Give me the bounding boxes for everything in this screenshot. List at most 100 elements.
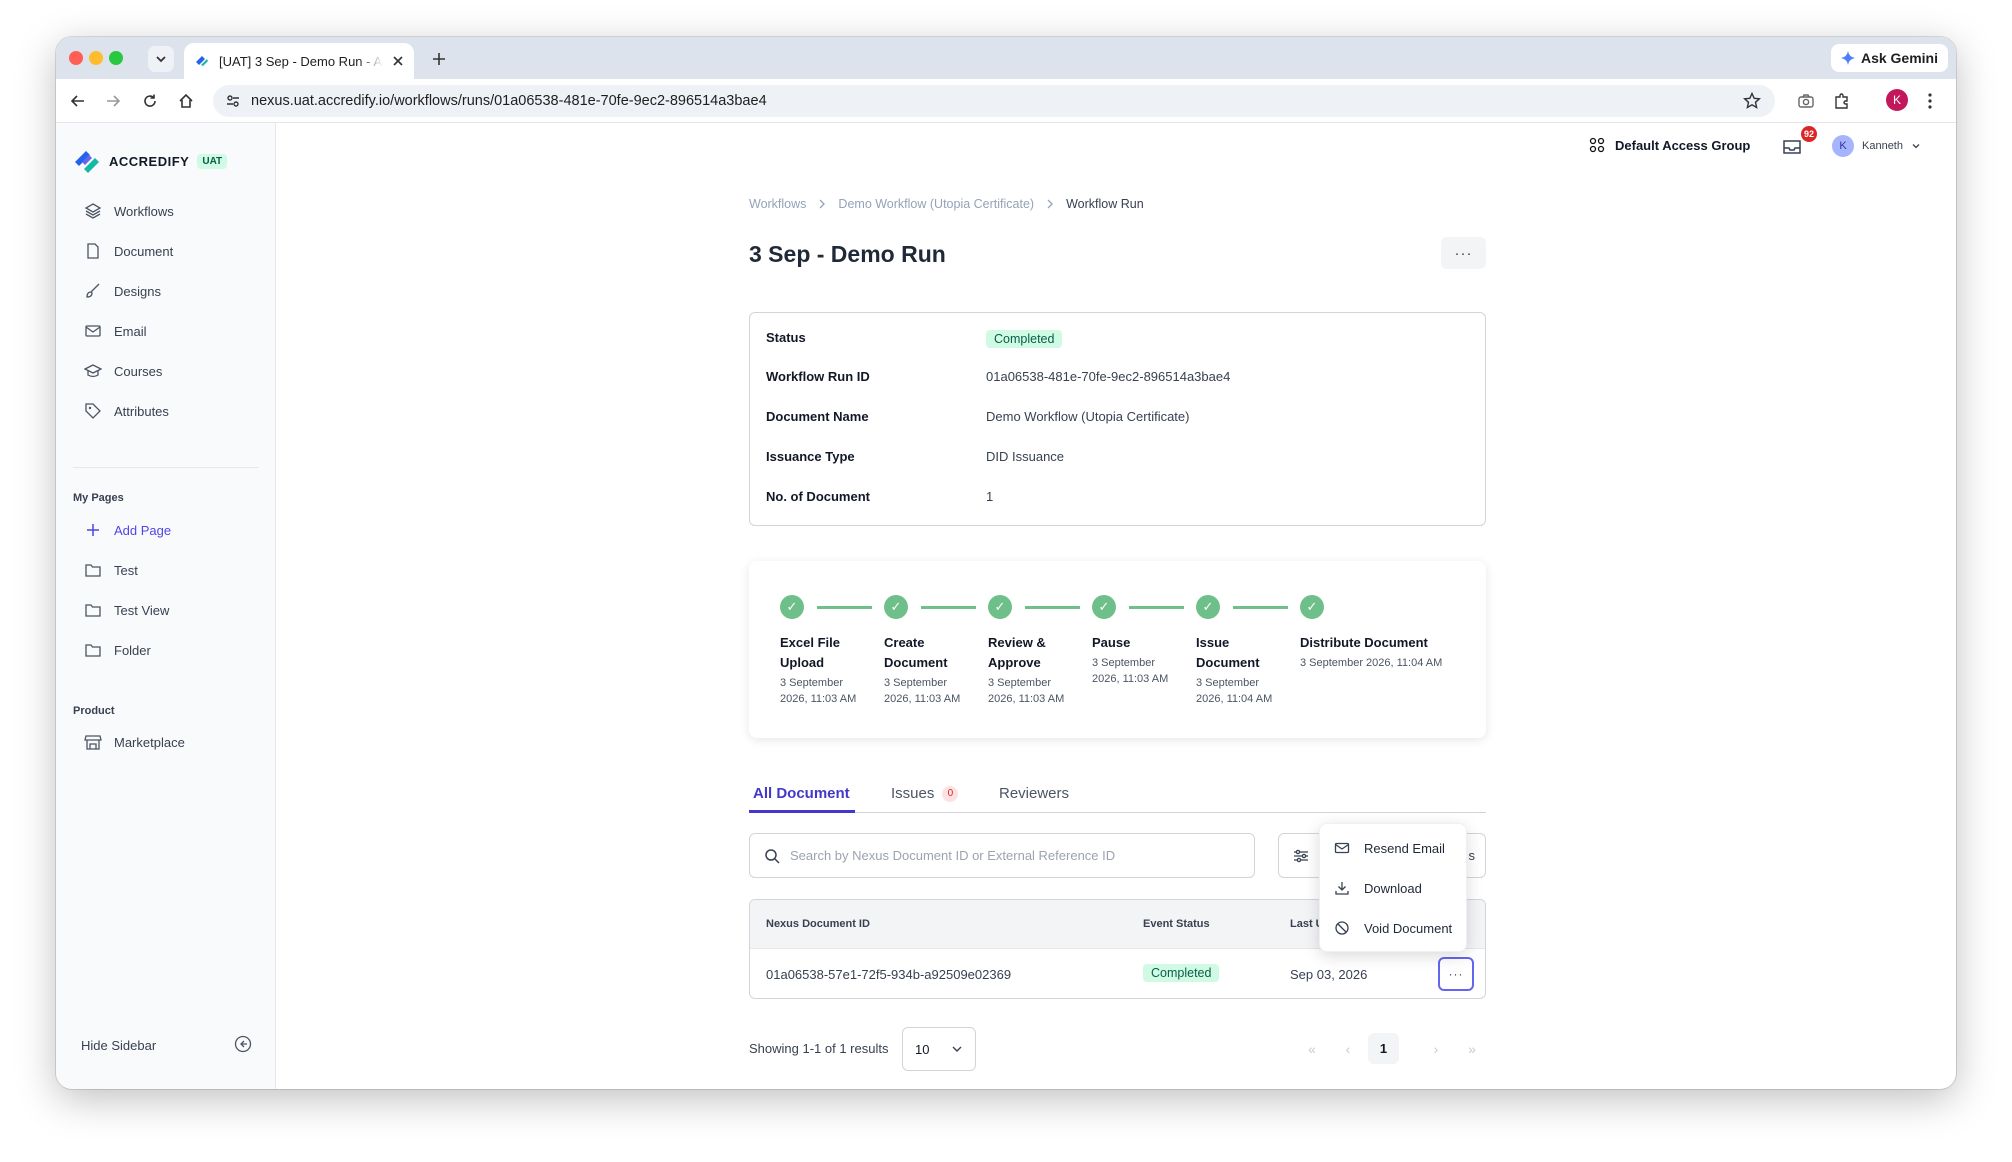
last-updated-cell: Sep 03, 2026	[1290, 967, 1368, 982]
page-size-select[interactable]: 10	[902, 1027, 976, 1071]
column-header-id[interactable]: Nexus Document ID	[766, 918, 870, 930]
access-group-selector[interactable]: Default Access Group	[1589, 137, 1750, 153]
sidebar-item-workflows[interactable]: Workflows	[84, 201, 174, 221]
row-actions-button[interactable]: ···	[1438, 957, 1474, 991]
menu-item-label: Download	[1364, 880, 1422, 896]
back-button[interactable]	[66, 89, 90, 113]
browser-toolbar: nexus.uat.accredify.io/workflows/runs/01…	[56, 79, 1956, 123]
breadcrumb-workflows[interactable]: Workflows	[749, 197, 806, 211]
brand-logo[interactable]: ACCREDIFY UAT	[73, 147, 228, 175]
menu-item-resend-email[interactable]: Resend Email	[1334, 838, 1445, 858]
sparkle-icon	[1840, 51, 1855, 65]
avatar: K	[1832, 135, 1854, 157]
step-issue-document: Issue Document	[1196, 633, 1260, 673]
sidebar-page-test-view[interactable]: Test View	[84, 600, 169, 620]
close-icon[interactable]	[392, 55, 404, 67]
document-search	[749, 833, 1255, 878]
detail-label: Workflow Run ID	[766, 369, 870, 384]
accredify-favicon-icon	[196, 56, 208, 66]
step-date-line: 2026, 11:03 AM	[780, 693, 857, 705]
tab-reviewers[interactable]: Reviewers	[999, 785, 1069, 802]
extensions-button[interactable]	[1830, 89, 1854, 113]
detail-label: Status	[766, 330, 806, 345]
tab-label: Issues	[891, 785, 935, 802]
sidebar-page-test[interactable]: Test	[84, 560, 138, 580]
user-name: Kanneth	[1862, 140, 1903, 152]
sidebar-item-label: Marketplace	[114, 734, 185, 750]
sidebar-item-attributes[interactable]: Attributes	[84, 401, 169, 421]
browser-profile-avatar[interactable]: K	[1886, 89, 1908, 111]
document-tabs: All Document Issues 0 Reviewers	[749, 783, 1486, 813]
step-title: Upload	[780, 655, 825, 670]
step-distribute-document: Distribute Document	[1300, 633, 1428, 653]
screenshot-button[interactable]	[1794, 89, 1818, 113]
run-actions-menu-button[interactable]: ···	[1441, 237, 1486, 269]
browser-tab[interactable]: [UAT] 3 Sep - Demo Run - Accredify	[184, 43, 414, 79]
column-header-status[interactable]: Event Status	[1143, 918, 1210, 930]
menu-item-void-document[interactable]: Void Document	[1334, 918, 1452, 938]
access-group-label: Default Access Group	[1615, 137, 1751, 153]
first-page-button[interactable]: «	[1299, 1036, 1325, 1062]
sidebar-divider	[73, 467, 258, 468]
detail-num-documents: No. of Document 1	[766, 489, 993, 504]
sidebar-item-courses[interactable]: Courses	[84, 361, 162, 381]
step-title: Issue	[1196, 635, 1230, 650]
previous-page-button[interactable]: ‹	[1335, 1036, 1361, 1062]
menu-item-download[interactable]: Download	[1334, 878, 1422, 898]
camera-icon	[1798, 94, 1814, 108]
search-input[interactable]	[790, 848, 1230, 863]
brand-name: ACCREDIFY	[109, 153, 190, 169]
tab-label: Reviewers	[999, 785, 1070, 802]
detail-label: No. of Document	[766, 489, 870, 504]
step-title: Document	[1196, 655, 1260, 670]
tab-all-document[interactable]: All Document	[753, 785, 850, 802]
accredify-logo-icon	[75, 151, 99, 173]
forward-button[interactable]	[101, 89, 125, 113]
check-icon: ✓	[884, 595, 908, 619]
new-tab-button[interactable]	[426, 46, 452, 72]
sidebar-item-marketplace[interactable]: Marketplace	[84, 732, 185, 752]
plus-icon	[433, 53, 445, 65]
sidebar-page-label: Folder	[114, 642, 151, 658]
inbox-icon[interactable]	[1781, 136, 1803, 158]
step-connector	[1025, 606, 1080, 609]
plus-icon	[84, 521, 102, 539]
maximize-window-button[interactable]	[109, 51, 123, 65]
next-page-button[interactable]: ›	[1423, 1036, 1449, 1062]
site-settings-icon[interactable]	[225, 93, 241, 109]
collapse-sidebar-icon[interactable]	[234, 1035, 252, 1053]
user-menu[interactable]: K Kanneth	[1832, 135, 1921, 157]
sidebar-item-email[interactable]: Email	[84, 321, 147, 341]
address-bar[interactable]: nexus.uat.accredify.io/workflows/runs/01…	[213, 85, 1775, 117]
step-date: 3 September 2026, 11:04 AM	[1300, 655, 1442, 671]
reload-button[interactable]	[138, 89, 162, 113]
step-date-line: 3 September	[1196, 677, 1259, 689]
hide-sidebar-button[interactable]: Hide Sidebar	[81, 1038, 156, 1053]
bookmark-star-icon[interactable]	[1743, 92, 1761, 110]
sidebar-item-designs[interactable]: Designs	[84, 281, 161, 301]
detail-label: Issuance Type	[766, 449, 855, 464]
document-id-cell: 01a06538-57e1-72f5-934b-a92509e02369	[766, 967, 1012, 982]
browser-menu-button[interactable]	[1918, 89, 1942, 113]
home-button[interactable]	[174, 89, 198, 113]
close-window-button[interactable]	[69, 51, 83, 65]
breadcrumb-workflow[interactable]: Demo Workflow (Utopia Certificate)	[838, 197, 1034, 211]
download-icon	[1335, 882, 1349, 895]
step-date-line: 2026, 11:03 AM	[884, 693, 961, 705]
tab-search-button[interactable]	[148, 46, 174, 72]
add-page-button[interactable]: Add Page	[84, 520, 171, 540]
step-connector	[921, 606, 976, 609]
sidebar-item-document[interactable]: Document	[84, 241, 173, 261]
ask-gemini-button[interactable]: Ask Gemini	[1830, 44, 1948, 72]
tab-strip: [UAT] 3 Sep - Demo Run - Accredify Ask G…	[56, 37, 1956, 79]
detail-run-id: Workflow Run ID 01a06538-481e-70fe-9ec2-…	[766, 369, 1230, 384]
tab-issues[interactable]: Issues 0	[891, 785, 959, 802]
minimize-window-button[interactable]	[89, 51, 103, 65]
chevron-down-icon	[156, 56, 166, 63]
page-number-current[interactable]: 1	[1368, 1033, 1399, 1064]
last-page-button[interactable]: »	[1459, 1036, 1485, 1062]
step-title: Review &	[988, 635, 1046, 650]
sidebar: ACCREDIFY UAT Workflows Document Designs…	[56, 123, 276, 1089]
sidebar-page-folder[interactable]: Folder	[84, 640, 151, 660]
folder-icon	[84, 561, 102, 579]
